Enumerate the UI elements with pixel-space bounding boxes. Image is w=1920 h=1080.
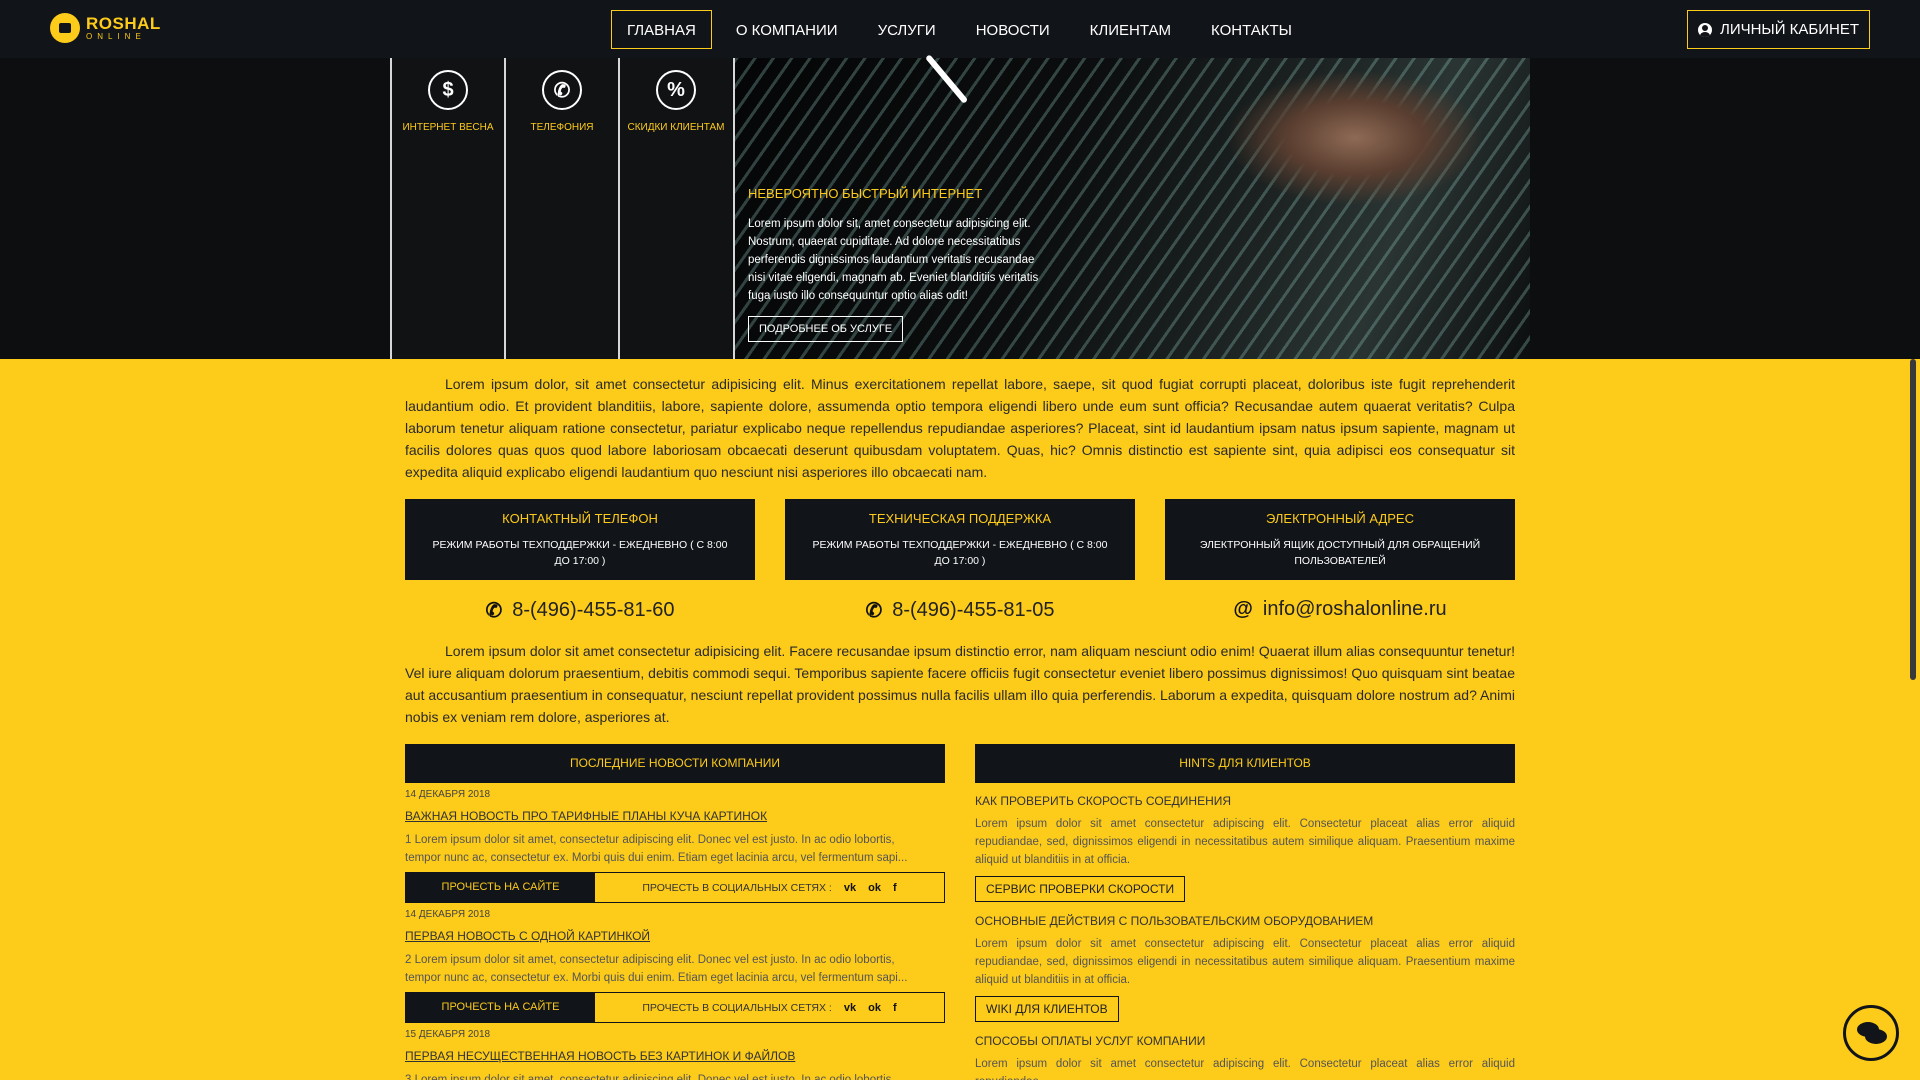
second-paragraph: Lorem ipsum dolor sit amet consectetur a…: [405, 643, 1515, 725]
phone-icon: ✆: [485, 600, 503, 622]
hero-tile-label: ТЕЛЕФОНИЯ: [530, 122, 594, 133]
nav-item-contacts[interactable]: КОНТАКТЫ: [1195, 10, 1308, 49]
card-text: РЕЖИМ РАБОТЫ ТЕХПОДДЕРЖКИ - ЕЖЕДНЕВНО ( …: [812, 539, 1108, 567]
at-icon: @: [1233, 598, 1253, 620]
news-actions: ПРОЧЕСТЬ НА САЙТЕ ПРОЧЕСТЬ В СОЦИАЛЬНЫХ …: [405, 992, 945, 1023]
hint-text: Lorem ipsum dolor sit amet consectetur a…: [975, 818, 1515, 866]
card-text: ЭЛЕКТРОННЫЙ ЯЩИК ДОСТУПНЫЙ ДЛЯ ОБРАЩЕНИЙ…: [1199, 539, 1481, 567]
support-phone-value: 8-(496)-455-81-05: [892, 599, 1055, 621]
odnoklassniki-icon[interactable]: ok: [868, 1002, 881, 1014]
nav-item-about[interactable]: О КОМПАНИИ: [720, 10, 854, 49]
hero-keyboard-image: [733, 58, 1530, 359]
logo-title: ROSHAL: [86, 14, 161, 33]
dollar-icon: $: [428, 70, 468, 110]
hero-tile-telephony[interactable]: ✆ ТЕЛЕФОНИЯ: [504, 58, 618, 359]
contact-phone-value: 8-(496)-455-81-60: [512, 599, 675, 621]
phone-icon: ✆: [542, 70, 582, 110]
phone-icon: ✆: [865, 600, 883, 622]
read-on-site-button[interactable]: ПРОЧЕСТЬ НА САЙТЕ: [406, 873, 595, 902]
personal-cabinet-button[interactable]: ЛИЧНЫЙ КАБИНЕТ: [1687, 10, 1870, 49]
hero-tile-discounts[interactable]: % СКИДКИ КЛИЕНТАМ: [618, 58, 732, 359]
news-date: 14 ДЕКАБРЯ 2018: [405, 909, 491, 920]
news-excerpt: 3 Lorem ipsum dolor sit amet, consectetu…: [405, 1074, 895, 1080]
hero-tile-label: СКИДКИ КЛИЕНТАМ: [627, 122, 725, 133]
card-text: РЕЖИМ РАБОТЫ ТЕХПОДДЕРЖКИ - ЕЖЕДНЕВНО ( …: [432, 539, 728, 567]
read-on-site-button[interactable]: ПРОЧЕСТЬ НА САЙТЕ: [406, 993, 595, 1022]
logo-icon: [50, 13, 80, 43]
top-navbar: ROSHAL ONLINE ГЛАВНАЯ О КОМПАНИИ УСЛУГИ …: [0, 0, 1920, 58]
nav-item-clients[interactable]: КЛИЕНТАМ: [1074, 10, 1187, 49]
discount-icon: %: [656, 70, 696, 110]
news-date: 15 ДЕКАБРЯ 2018: [405, 1029, 491, 1040]
news-header: ПОСЛЕДНИЕ НОВОСТИ КОМПАНИИ: [405, 744, 945, 783]
card-tech-support: ТЕХНИЧЕСКАЯ ПОДДЕРЖКА РЕЖИМ РАБОТЫ ТЕХПО…: [785, 499, 1135, 580]
news-date: 14 ДЕКАБРЯ 2018: [405, 789, 491, 800]
chat-icon: [1865, 1029, 1887, 1044]
odnoklassniki-icon[interactable]: ok: [868, 882, 881, 894]
hint-text: Lorem ipsum dolor sit amet consectetur a…: [975, 938, 1515, 986]
hero-tile-label: ИНТЕРНЕТ ВЕСНА: [402, 122, 494, 133]
page-scrollbar[interactable]: [1910, 359, 1916, 680]
hero-title: НЕВЕРОЯТНО БЫСТРЫЙ ИНТЕРНЕТ: [748, 186, 983, 201]
card-contact-phone: КОНТАКТНЫЙ ТЕЛЕФОН РЕЖИМ РАБОТЫ ТЕХПОДДЕ…: [405, 499, 755, 580]
hint-title: КАК ПРОВЕРИТЬ СКОРОСТЬ СОЕДИНЕНИЯ: [975, 794, 1232, 808]
hint-text: Lorem ipsum dolor sit amet consectetur a…: [975, 1058, 1515, 1080]
news-title-link[interactable]: ВАЖНАЯ НОВОСТЬ ПРО ТАРИФНЫЕ ПЛАНЫ КУЧА К…: [405, 809, 767, 823]
user-icon: [1697, 22, 1712, 37]
card-title: ЭЛЕКТРОННЫЙ АДРЕС: [1265, 511, 1414, 526]
card-email: ЭЛЕКТРОННЫЙ АДРЕС ЭЛЕКТРОННЫЙ ЯЩИК ДОСТУ…: [1165, 499, 1515, 580]
support-phone[interactable]: ✆ 8-(496)-455-81-05: [785, 598, 1135, 623]
read-in-social: ПРОЧЕСТЬ В СОЦИАЛЬНЫХ СЕТЯХ : vk ok f: [595, 993, 944, 1022]
facebook-icon[interactable]: f: [893, 882, 897, 894]
news-excerpt: 2 Lorem ipsum dolor sit amet, consectetu…: [405, 954, 908, 984]
hero-tile-internet[interactable]: $ ИНТЕРНЕТ ВЕСНА: [390, 58, 504, 359]
hint-title: СПОСОБЫ ОПЛАТЫ УСЛУГ КОМПАНИИ: [975, 1034, 1206, 1048]
news-title-link[interactable]: ПЕРВАЯ НОВОСТЬ С ОДНОЙ КАРТИНКОЙ: [405, 929, 650, 943]
news-excerpt: 1 Lorem ipsum dolor sit amet, consectetu…: [405, 834, 908, 864]
contact-email[interactable]: @ info@roshalonline.ru: [1165, 598, 1515, 621]
news-actions: ПРОЧЕСТЬ НА САЙТЕ ПРОЧЕСТЬ В СОЦИАЛЬНЫХ …: [405, 872, 945, 903]
personal-cabinet-label: ЛИЧНЫЙ КАБИНЕТ: [1719, 21, 1860, 38]
facebook-icon[interactable]: f: [893, 1002, 897, 1014]
hero-more-button[interactable]: ПОДРОБНЕЕ ОБ УСЛУГЕ: [748, 316, 904, 342]
nav-item-news[interactable]: НОВОСТИ: [960, 10, 1066, 49]
hero-text: Lorem ipsum dolor sit, amet consectetur …: [748, 218, 1039, 302]
card-title: КОНТАКТНЫЙ ТЕЛЕФОН: [502, 511, 658, 526]
logo-subtitle: ONLINE: [86, 32, 146, 41]
main-nav: ГЛАВНАЯ О КОМПАНИИ УСЛУГИ НОВОСТИ КЛИЕНТ…: [611, 10, 1316, 49]
contact-email-value: info@roshalonline.ru: [1262, 598, 1447, 620]
read-in-social: ПРОЧЕСТЬ В СОЦИАЛЬНЫХ СЕТЯХ : vk ok f: [595, 873, 944, 902]
nav-item-services[interactable]: УСЛУГИ: [862, 10, 952, 49]
news-title-link[interactable]: ПЕРВАЯ НЕСУЩЕСТВЕННАЯ НОВОСТЬ БЕЗ КАРТИН…: [405, 1049, 795, 1063]
read-social-label: ПРОЧЕСТЬ В СОЦИАЛЬНЫХ СЕТЯХ :: [642, 1001, 832, 1014]
intro-paragraph: Lorem ipsum dolor, sit amet consectetur …: [405, 376, 1515, 480]
hint-title: ОСНОВНЫЕ ДЕЙСТВИЯ С ПОЛЬЗОВАТЕЛЬСКИМ ОБО…: [975, 914, 1374, 928]
nav-item-home[interactable]: ГЛАВНАЯ: [611, 10, 712, 49]
vk-icon[interactable]: vk: [844, 1002, 856, 1014]
contact-phone[interactable]: ✆ 8-(496)-455-81-60: [405, 598, 755, 623]
hints-header: HINTS ДЛЯ КЛИЕНТОВ: [975, 744, 1515, 783]
vk-icon[interactable]: vk: [844, 882, 856, 894]
wiki-button[interactable]: WIKI ДЛЯ КЛИЕНТОВ: [975, 996, 1119, 1022]
read-social-label: ПРОЧЕСТЬ В СОЦИАЛЬНЫХ СЕТЯХ :: [642, 881, 832, 894]
chat-button[interactable]: [1843, 1005, 1899, 1061]
logo[interactable]: ROSHAL ONLINE: [50, 13, 161, 43]
speed-check-button[interactable]: СЕРВИС ПРОВЕРКИ СКОРОСТИ: [975, 876, 1186, 902]
card-title: ТЕХНИЧЕСКАЯ ПОДДЕРЖКА: [868, 511, 1052, 526]
